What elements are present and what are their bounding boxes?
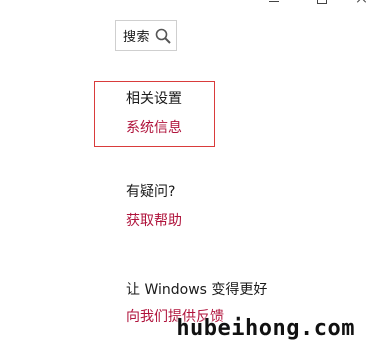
watermark: hubeihong.com bbox=[176, 316, 355, 341]
search-label: 搜索 bbox=[123, 30, 151, 45]
help-heading: 有疑问? bbox=[126, 184, 176, 200]
search-button[interactable]: 搜索 bbox=[115, 20, 177, 51]
feedback-heading: 让 Windows 变得更好 bbox=[126, 282, 268, 298]
related-settings-heading: 相关设置 bbox=[126, 91, 182, 107]
minimize-icon[interactable] bbox=[269, 0, 279, 2]
system-info-link[interactable]: 系统信息 bbox=[126, 117, 182, 137]
close-icon[interactable] bbox=[357, 0, 367, 4]
maximize-icon[interactable] bbox=[317, 0, 327, 4]
related-settings-section: 相关设置 系统信息 bbox=[126, 88, 182, 137]
search-icon bbox=[154, 27, 172, 45]
window-controls bbox=[255, 0, 375, 6]
help-section: 有疑问? 获取帮助 bbox=[126, 181, 182, 230]
get-help-link[interactable]: 获取帮助 bbox=[126, 210, 182, 230]
